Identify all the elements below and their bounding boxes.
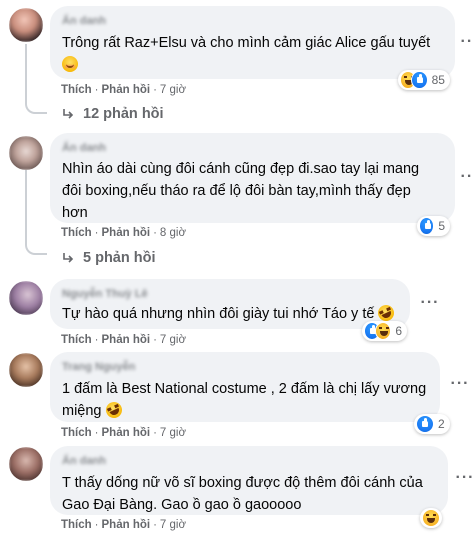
like-button[interactable]: Thích [61, 519, 92, 531]
separator: · [153, 427, 157, 439]
smiling-face-emoji-icon [62, 56, 78, 72]
more-options-icon[interactable]: ··· [455, 470, 473, 491]
separator: · [94, 427, 99, 439]
separator: · [94, 84, 99, 96]
view-replies-link[interactable]: 5 phản hồi [62, 248, 156, 268]
comment-bubble: Ẩn danh Nhìn áo dài cùng đôi cánh cũng đ… [50, 133, 455, 223]
reaction-count: 5 [438, 219, 445, 233]
more-options-icon[interactable]: ··· [450, 376, 470, 397]
avatar[interactable] [9, 136, 43, 170]
reaction-count: 85 [431, 73, 445, 87]
haha-reaction-icon [375, 322, 392, 340]
separator: · [153, 84, 157, 96]
like-button[interactable]: Thích [61, 427, 92, 439]
comment-text: Nhìn áo dài cùng đôi cánh cũng đẹp đi.sa… [62, 161, 420, 221]
thread-curve [25, 241, 47, 255]
reply-arrow-icon [63, 253, 74, 263]
comment-actions: Thích · Phản hồi · 7 giờ [61, 332, 186, 348]
reply-arrow-icon [63, 109, 74, 119]
reaction-summary[interactable]: 6 [362, 321, 407, 341]
comment-author[interactable]: Nguyễn Thuỳ Lê [62, 287, 398, 301]
comment-actions: Thích · Phản hồi · 8 giờ [61, 225, 186, 241]
like-reaction-icon [411, 71, 428, 89]
reaction-summary[interactable]: 2 [414, 414, 450, 434]
comment-bubble: Trang Nguyễn 1 đấm là Best National cost… [50, 352, 440, 422]
comment-text-content: Tự hào quá nhưng nhìn đôi giày tui nhớ T… [62, 306, 375, 322]
reply-button[interactable]: Phản hồi [102, 227, 151, 239]
reaction-summary[interactable]: 5 [417, 216, 450, 236]
comment-bubble: Nguyễn Thuỳ Lê Tự hào quá nhưng nhìn đôi… [50, 279, 410, 329]
reaction-count: 2 [438, 417, 445, 431]
like-button[interactable]: Thích [61, 227, 92, 239]
thread-line [25, 44, 27, 102]
reaction-count: 6 [395, 324, 402, 338]
avatar[interactable] [9, 8, 43, 42]
avatar[interactable] [9, 281, 43, 315]
comment-text: T thấy dống nữ võ sĩ boxing được độ thêm… [62, 475, 423, 513]
comment-time[interactable]: 7 giờ [160, 84, 186, 96]
comment-bubble: Ẩn danh T thấy dống nữ võ sĩ boxing được… [50, 446, 448, 515]
comment-actions: Thích · Phản hồi · 7 giờ [61, 517, 186, 533]
comment-time[interactable]: 7 giờ [160, 519, 186, 531]
comment-time[interactable]: 7 giờ [160, 334, 186, 346]
reaction-summary[interactable]: 85 [398, 70, 450, 90]
more-options-icon[interactable]: ··· [420, 295, 440, 316]
comment-author[interactable]: Ẩn danh [62, 454, 436, 468]
comment-actions: Thích · Phản hồi · 7 giờ [61, 82, 186, 98]
reaction-summary[interactable] [420, 508, 442, 528]
thread-line [25, 170, 27, 243]
comment-bubble: Ẩn danh Trông rất Raz+Elsu và cho mình c… [50, 6, 455, 79]
separator: · [94, 519, 99, 531]
like-button[interactable]: Thích [61, 334, 92, 346]
comment-text: Trông rất Raz+Elsu và cho mình cảm giác … [62, 32, 443, 76]
comment-text-content: Trông rất Raz+Elsu và cho mình cảm giác … [62, 35, 431, 51]
view-replies-link[interactable]: 12 phản hồi [62, 104, 164, 124]
reply-button[interactable]: Phản hồi [102, 334, 151, 346]
separator: · [153, 227, 157, 239]
haha-reaction-icon [422, 509, 440, 527]
reply-button[interactable]: Phản hồi [102, 84, 151, 96]
comment-author[interactable]: Trang Nguyễn [62, 360, 428, 374]
comment-time[interactable]: 7 giờ [160, 427, 186, 439]
thread-curve [25, 100, 47, 114]
comment-author[interactable]: Ẩn danh [62, 141, 443, 155]
comment-text: Tự hào quá nhưng nhìn đôi giày tui nhớ T… [62, 302, 398, 325]
more-options-icon[interactable]: ··· [460, 169, 473, 190]
avatar[interactable] [9, 447, 43, 481]
separator: · [94, 227, 99, 239]
rolling-laughing-emoji-icon [102, 399, 125, 421]
comment-actions: Thích · Phản hồi · 7 giờ [61, 425, 186, 441]
comment-text: 1 đấm là Best National costume , 2 đấm l… [62, 378, 432, 422]
like-reaction-icon [416, 415, 434, 433]
comment-time[interactable]: 8 giờ [160, 227, 186, 239]
reply-button[interactable]: Phản hồi [102, 519, 151, 531]
comment-author[interactable]: Ẩn danh [62, 14, 443, 28]
separator: · [153, 519, 157, 531]
separator: · [94, 334, 99, 346]
more-options-icon[interactable]: ··· [460, 34, 473, 55]
reply-button[interactable]: Phản hồi [102, 427, 151, 439]
replies-count-label: 12 phản hồi [83, 106, 164, 122]
separator: · [153, 334, 157, 346]
avatar[interactable] [9, 353, 43, 387]
like-reaction-icon [419, 217, 435, 235]
like-button[interactable]: Thích [61, 84, 92, 96]
replies-count-label: 5 phản hồi [83, 250, 156, 266]
